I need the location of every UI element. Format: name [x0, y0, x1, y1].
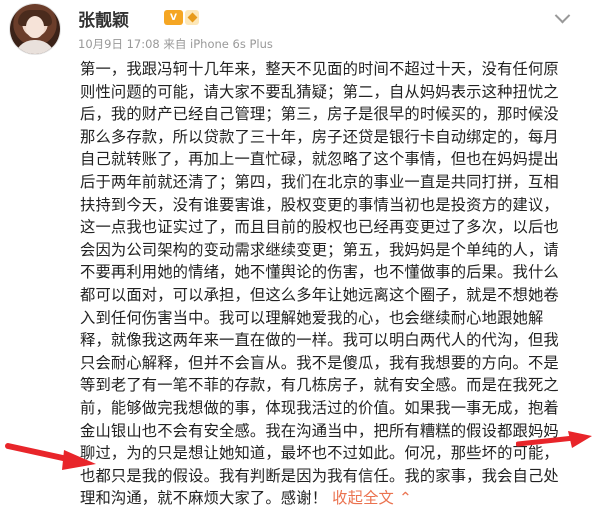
chevron-down-icon[interactable] — [552, 8, 572, 28]
member-level-icon — [185, 10, 199, 25]
post-text: 第一，我跟冯轲十几年来，整天不见面的时间不超过十天，没有任何原则性问题的可能，请… — [80, 60, 559, 508]
collapse-caret-icon: ⌃ — [398, 489, 412, 508]
vip-badge-icon: V — [164, 10, 183, 25]
avatar-shoulder — [14, 40, 56, 54]
avatar-face — [26, 16, 44, 38]
post-body: 第一，我跟冯轲十几年来，整天不见面的时间不超过十天，没有任何原则性问题的可能，请… — [80, 58, 570, 510]
username[interactable]: 张靓颖 — [78, 6, 129, 31]
weibo-post-card: 张靓颖 V 10月9日 17:08 来自 iPhone 6s Plus 第一，我… — [0, 0, 598, 507]
post-meta: 10月9日 17:08 来自 iPhone 6s Plus — [78, 37, 273, 51]
avatar[interactable] — [10, 4, 60, 54]
collapse-link-label: 收起全文 — [332, 489, 394, 508]
collapse-link[interactable]: 收起全文 ⌃ — [332, 489, 412, 507]
